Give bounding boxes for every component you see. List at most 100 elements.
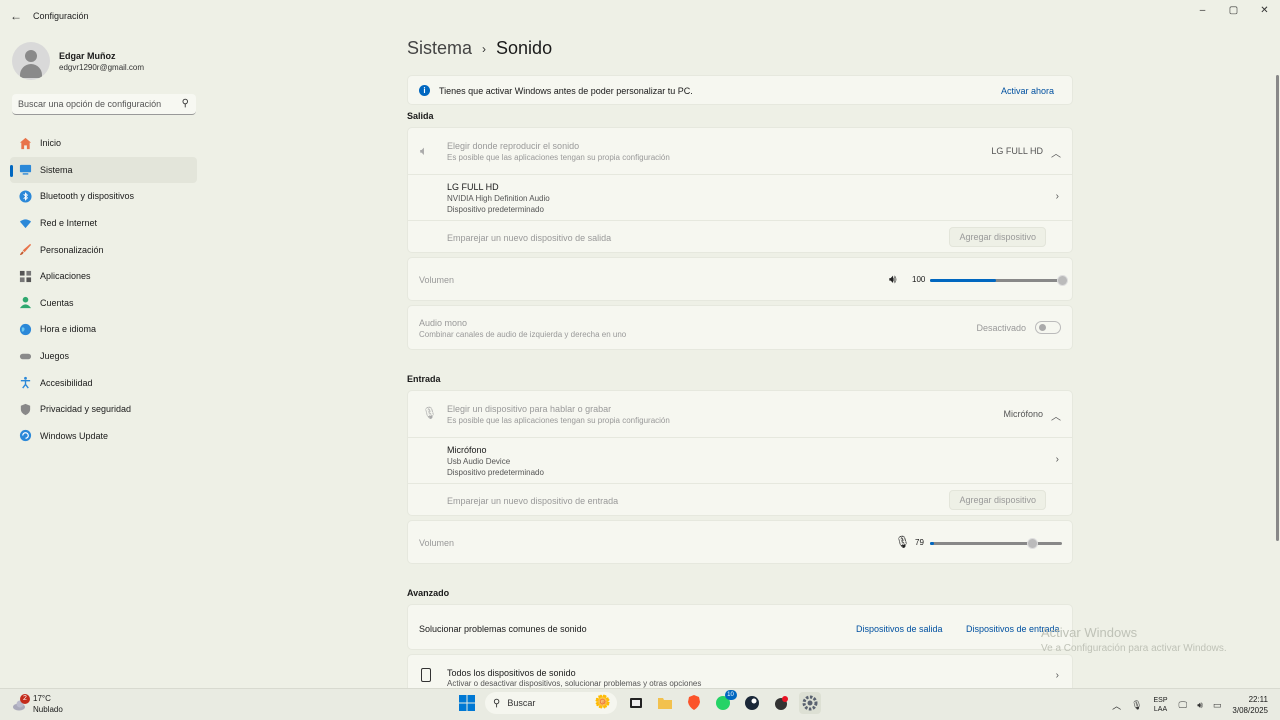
all-devices-subtitle: Activar o desactivar dispositivos, soluc…: [447, 679, 702, 688]
output-volume-label: Volumen: [419, 275, 455, 285]
add-output-device-button[interactable]: Agregar dispositivo: [949, 227, 1046, 247]
back-arrow-icon[interactable]: ←: [8, 8, 24, 24]
mono-audio-title: Audio mono: [419, 318, 468, 328]
taskbar-search[interactable]: ⚲ Buscar 🌼: [485, 692, 617, 714]
shield-icon: [18, 402, 32, 416]
sidebar-item-bluetooth[interactable]: Bluetooth y dispositivos: [10, 183, 197, 210]
input-volume-thumb[interactable]: [1026, 538, 1038, 549]
battery-icon[interactable]: ▭: [1213, 700, 1222, 711]
whatsapp-icon[interactable]: 10: [712, 690, 737, 714]
search-icon: ⚲: [493, 697, 501, 709]
section-title-avanzado: Avanzado: [407, 588, 450, 598]
sidebar-item-juegos[interactable]: Juegos: [10, 343, 197, 370]
pair-output-text: Emparejar un nuevo dispositivo de salida: [447, 233, 612, 243]
choose-input-title: Elegir un dispositivo para hablar o grab…: [447, 404, 612, 414]
sidebar-item-personalizacion[interactable]: Personalización: [10, 236, 197, 263]
taskbar-search-label: Buscar: [507, 698, 536, 708]
microphone-icon: 🎙︎: [422, 406, 438, 420]
taskbar-apps: ⚲ Buscar 🌼 10: [452, 690, 824, 714]
pair-input-row: Emparejar un nuevo dispositivo de entrad…: [408, 484, 1072, 517]
activate-now-link[interactable]: Activar ahora: [1001, 86, 1054, 96]
input-volume-slider[interactable]: [930, 538, 1062, 549]
steam-icon[interactable]: [741, 692, 763, 714]
bluetooth-icon: [18, 189, 32, 203]
speaker-icon: 🔈︎: [420, 143, 428, 158]
gamepad-icon: [18, 349, 32, 363]
mono-audio-toggle[interactable]: [1035, 321, 1061, 334]
choose-input-row[interactable]: 🎙︎ Elegir un dispositivo para hablar o g…: [408, 391, 1072, 437]
task-view-icon[interactable]: [625, 692, 647, 714]
monitor-icon: [18, 163, 32, 177]
info-icon: i: [419, 85, 430, 96]
choose-output-subtitle: Es posible que las aplicaciones tengan s…: [447, 153, 670, 162]
weather-widget[interactable]: 2 17°C Nublado: [12, 693, 63, 715]
brave-browser-icon[interactable]: [683, 692, 705, 714]
search-icon[interactable]: ⚲: [182, 98, 189, 109]
output-devices-link[interactable]: Dispositivos de salida: [856, 624, 943, 634]
sidebar-item-inicio[interactable]: Inicio: [10, 130, 197, 157]
sidebar-item-accesibilidad[interactable]: Accesibilidad: [10, 369, 197, 396]
minimize-button[interactable]: –: [1187, 0, 1218, 22]
windows-start-icon[interactable]: [456, 692, 478, 714]
output-device-row[interactable]: LG FULL HD NVIDIA High Definition Audio …: [408, 175, 1072, 220]
chevron-right-icon: ›: [1055, 670, 1059, 681]
output-device-card: 🔈︎ Elegir donde reproducir el sonido Es …: [407, 127, 1073, 253]
user-name: Edgar Muñoz: [59, 50, 116, 61]
title-bar: ← Configuración – ▢ ✕: [0, 0, 1280, 32]
choose-output-row[interactable]: 🔈︎ Elegir donde reproducir el sonido Es …: [408, 128, 1072, 174]
section-title-salida: Salida: [407, 111, 434, 121]
whatsapp-badge: 10: [724, 690, 737, 700]
microphone-tray-icon[interactable]: 🎙︎: [1131, 700, 1142, 711]
home-icon: [18, 136, 32, 150]
input-volume-value: 79: [915, 538, 924, 547]
output-volume-value: 100: [912, 275, 926, 284]
clock[interactable]: 22:11 3/08/2025: [1232, 694, 1268, 716]
output-volume-slider[interactable]: [930, 275, 1068, 286]
window-controls: – ▢ ✕: [1187, 0, 1280, 22]
accessibility-icon: [18, 376, 32, 390]
network-icon[interactable]: 🖵︎: [1179, 700, 1188, 711]
breadcrumb-parent[interactable]: Sistema: [407, 38, 472, 59]
sidebar-item-hora[interactable]: Hora e idioma: [10, 316, 197, 343]
app-badge-icon[interactable]: [770, 692, 792, 714]
input-device-name: Micrófono: [447, 445, 487, 455]
output-volume-thumb[interactable]: [1057, 275, 1068, 286]
sidebar-item-cuentas[interactable]: Cuentas: [10, 290, 197, 317]
activation-banner: i Tienes que activar Windows antes de po…: [407, 75, 1073, 105]
input-device-driver: Usb Audio Device: [447, 457, 511, 466]
update-icon: [18, 429, 32, 443]
sidebar-item-sistema[interactable]: Sistema: [10, 156, 197, 184]
scrollbar[interactable]: [1276, 75, 1279, 541]
language-indicator[interactable]: ESP LAA: [1154, 696, 1168, 714]
add-input-device-button[interactable]: Agregar dispositivo: [949, 490, 1046, 510]
volume-tray-icon[interactable]: 🔊︎: [1197, 700, 1203, 711]
settings-gear-icon[interactable]: [798, 692, 821, 714]
chevron-up-icon[interactable]: ︿: [1112, 699, 1121, 712]
selected-input: Micrófono: [1003, 409, 1043, 419]
input-device-row[interactable]: Micrófono Usb Audio Device Dispositivo p…: [408, 438, 1072, 483]
speaker-volume-icon[interactable]: 🔊︎: [889, 272, 897, 287]
activation-watermark: Activar Windows Ve a Configuración para …: [1041, 625, 1227, 654]
weather-desc: Nublado: [33, 705, 63, 714]
sidebar-item-red[interactable]: Red e Internet: [10, 210, 197, 237]
maximize-button[interactable]: ▢: [1218, 0, 1249, 22]
microphone-volume-icon[interactable]: 🎙︎: [895, 535, 910, 549]
pair-output-row: Emparejar un nuevo dispositivo de salida…: [408, 221, 1072, 254]
sidebar-item-aplicaciones[interactable]: Aplicaciones: [10, 263, 197, 290]
file-explorer-icon[interactable]: [654, 692, 676, 714]
person-icon: [18, 296, 32, 310]
user-profile[interactable]: Edgar Muñoz edgvr1290r@gmail.com: [12, 42, 144, 80]
chevron-up-icon: ︿: [1051, 412, 1061, 423]
all-devices-card[interactable]: Todos los dispositivos de sonido Activar…: [407, 654, 1073, 688]
search-input[interactable]: [12, 94, 172, 114]
sidebar-item-privacidad[interactable]: Privacidad y seguridad: [10, 396, 197, 423]
weather-badge: 2: [20, 694, 30, 704]
banner-text: Tienes que activar Windows antes de pode…: [439, 86, 693, 96]
apps-icon: [18, 269, 32, 283]
mono-audio-state: Desactivado: [976, 323, 1026, 333]
output-device-default: Dispositivo predeterminado: [447, 205, 544, 214]
output-volume-card: Volumen 🔊︎ 100: [407, 257, 1073, 301]
chevron-right-icon: ›: [1055, 191, 1059, 202]
sidebar-item-windows-update[interactable]: Windows Update: [10, 423, 197, 450]
close-button[interactable]: ✕: [1249, 0, 1280, 22]
